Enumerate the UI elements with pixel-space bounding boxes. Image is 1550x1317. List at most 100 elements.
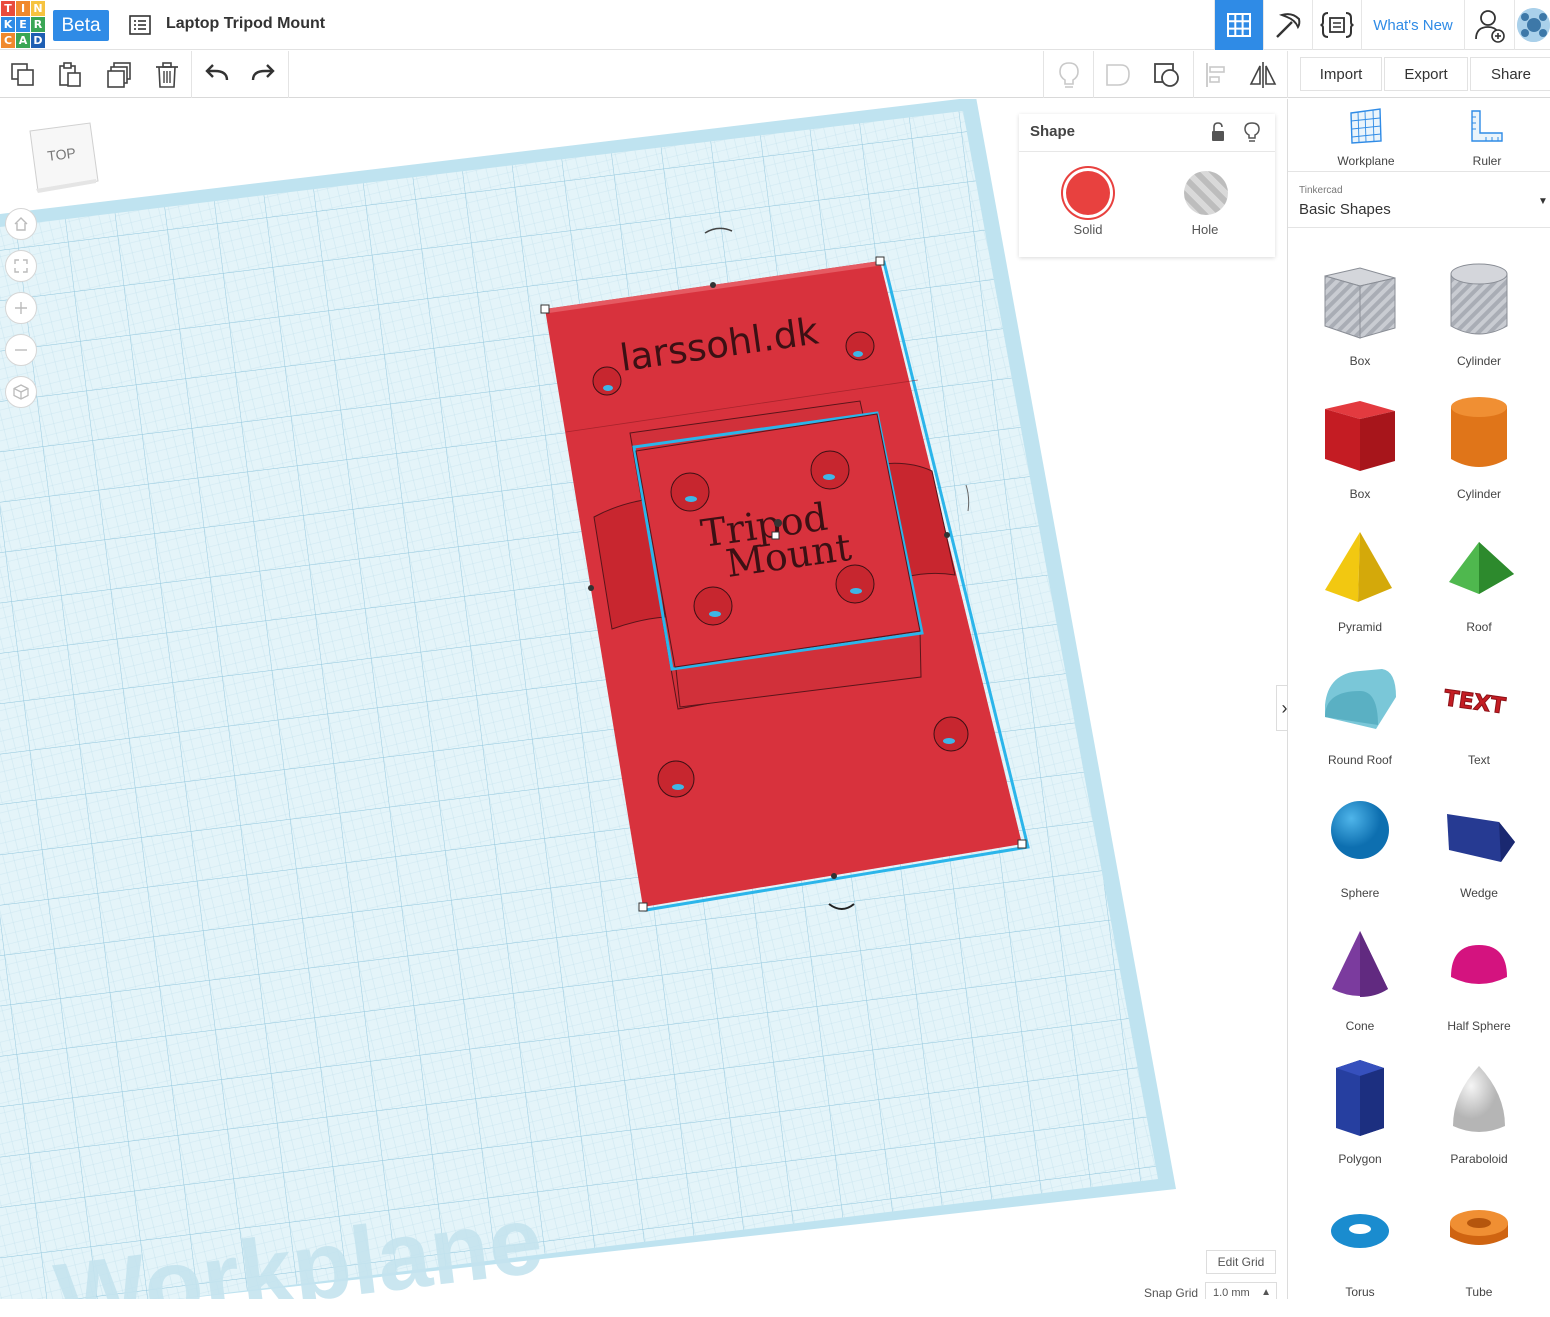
group-button[interactable] — [1103, 60, 1133, 90]
category-dropdown[interactable]: Basic Shapes — [1299, 201, 1391, 218]
edit-grid-button[interactable]: Edit Grid — [1206, 1250, 1276, 1274]
shape-label: Polygon — [1338, 1152, 1382, 1166]
design-title[interactable]: Laptop Tripod Mount — [166, 15, 325, 33]
shape-wedge[interactable]: Wedge — [1420, 788, 1538, 918]
ungroup-button[interactable] — [1152, 60, 1182, 90]
logo-letter: K — [1, 17, 15, 32]
shape-round-roof[interactable]: Round Roof — [1301, 655, 1419, 785]
undo-icon — [205, 64, 229, 81]
edit-toolbar: Import Export Share — [0, 51, 1550, 98]
fit-all-button[interactable] — [5, 250, 37, 282]
undo-button[interactable] — [202, 60, 232, 90]
lock-icon[interactable] — [1209, 122, 1227, 142]
perspective-icon — [13, 384, 29, 400]
paste-button[interactable] — [55, 60, 85, 90]
home-view-icon — [14, 217, 28, 231]
shape-roof[interactable]: Roof — [1420, 522, 1538, 652]
shape-cylinder-hole[interactable]: Cylinder — [1420, 256, 1538, 386]
hole-swatch[interactable] — [1184, 171, 1228, 215]
hide-shape-lightbulb-icon[interactable] — [1243, 121, 1261, 143]
hole-label: Hole — [1191, 222, 1219, 237]
shape-pyramid[interactable]: Pyramid — [1301, 522, 1419, 652]
shape-label: Wedge — [1460, 886, 1498, 900]
shape-label: Round Roof — [1327, 753, 1393, 767]
workplane-scene[interactable]: Workplane larssohl.dk Tripod Mount — [0, 99, 1287, 1299]
align-icon — [1206, 63, 1225, 87]
shape-label: Paraboloid — [1450, 1152, 1508, 1166]
pickaxe-icon — [1276, 13, 1301, 38]
grid-view-button[interactable] — [1214, 0, 1263, 50]
cone-icon — [1332, 931, 1388, 997]
3d-viewport[interactable]: Workplane larssohl.dk Tripod Mount TOP S… — [0, 99, 1287, 1299]
view-cube[interactable]: TOP — [28, 121, 100, 195]
duplicate-icon — [107, 62, 131, 88]
shape-label: Cylinder — [1456, 487, 1501, 501]
build-button[interactable] — [1263, 0, 1312, 50]
logo-letter: D — [31, 33, 45, 48]
duplicate-button[interactable] — [104, 60, 134, 90]
mirror-button[interactable] — [1248, 60, 1278, 90]
share-button[interactable]: Share — [1470, 57, 1550, 91]
perspective-button[interactable] — [5, 376, 37, 408]
codeblocks-button[interactable] — [1312, 0, 1361, 50]
shape-box-hole[interactable]: Box — [1301, 256, 1419, 386]
workplane-tool[interactable]: Workplane — [1316, 107, 1416, 168]
lightbulb-icon — [1059, 62, 1079, 88]
shape-label: Cylinder — [1456, 354, 1501, 368]
shape-box[interactable]: Box — [1301, 389, 1419, 519]
show-all-button[interactable] — [1054, 60, 1084, 90]
shape-label: Pyramid — [1337, 620, 1382, 634]
shape-label: Roof — [1466, 620, 1492, 634]
add-user-icon — [1474, 10, 1505, 43]
sphere-icon — [1331, 801, 1389, 859]
collapse-panel-button[interactable]: › — [1276, 685, 1287, 731]
shape-cone[interactable]: Cone — [1301, 921, 1419, 1051]
solid-color-swatch[interactable] — [1066, 171, 1110, 215]
round-roof-icon — [1325, 669, 1396, 729]
snap-grid-select[interactable]: 1.0 mm ▲ — [1205, 1282, 1277, 1299]
fit-all-icon — [14, 259, 28, 273]
align-button[interactable] — [1202, 60, 1232, 90]
shape-torus[interactable]: Torus — [1301, 1187, 1419, 1317]
logo-letter: T — [1, 1, 15, 16]
paste-icon — [59, 62, 81, 87]
export-button[interactable]: Export — [1384, 57, 1468, 91]
roof-icon — [1449, 542, 1514, 594]
whats-new-link[interactable]: What's New — [1361, 0, 1464, 50]
logo-letter: A — [16, 33, 30, 48]
paraboloid-icon — [1453, 1066, 1505, 1132]
workplane-tool-label: Workplane — [1337, 154, 1395, 168]
zoom-out-button[interactable] — [5, 334, 37, 366]
zoom-in-button[interactable] — [5, 292, 37, 324]
import-button[interactable]: Import — [1300, 57, 1382, 91]
shape-paraboloid[interactable]: Paraboloid — [1420, 1054, 1538, 1184]
chevron-down-icon[interactable]: ▼ — [1538, 196, 1548, 207]
shape-cylinder[interactable]: Cylinder — [1420, 389, 1538, 519]
redo-button[interactable] — [248, 60, 278, 90]
shape-half-sphere[interactable]: Half Sphere — [1420, 921, 1538, 1051]
shape-polygon[interactable]: Polygon — [1301, 1054, 1419, 1184]
mirror-icon — [1249, 62, 1277, 88]
shapes-panel: Workplane Ruler Tinkercad Basic Shapes ▼… — [1287, 99, 1550, 1299]
shape-label: Tube — [1465, 1285, 1493, 1299]
tinkercad-logo[interactable]: TIN KER CAD — [1, 1, 45, 48]
delete-icon — [156, 62, 178, 88]
beta-badge[interactable]: Beta — [53, 10, 109, 41]
copy-button[interactable] — [8, 60, 38, 90]
half-sphere-icon — [1451, 945, 1507, 984]
logo-letter: N — [31, 1, 45, 16]
shape-tube[interactable]: Tube — [1420, 1187, 1538, 1317]
user-avatar-button[interactable] — [1514, 0, 1550, 50]
shape-text[interactable]: TEXT Text — [1420, 655, 1538, 785]
shape-sphere[interactable]: Sphere — [1301, 788, 1419, 918]
shape-label: Half Sphere — [1447, 1019, 1511, 1033]
delete-button[interactable] — [152, 60, 182, 90]
top-right-nav: What's New — [1214, 0, 1550, 50]
home-view-button[interactable] — [5, 208, 37, 240]
workplane-icon — [1350, 108, 1382, 144]
shape-label: Sphere — [1340, 886, 1380, 900]
ungroup-icon — [1154, 63, 1179, 87]
add-user-button[interactable] — [1464, 0, 1514, 50]
design-list-icon[interactable] — [128, 13, 152, 37]
ruler-tool[interactable]: Ruler — [1437, 107, 1537, 168]
